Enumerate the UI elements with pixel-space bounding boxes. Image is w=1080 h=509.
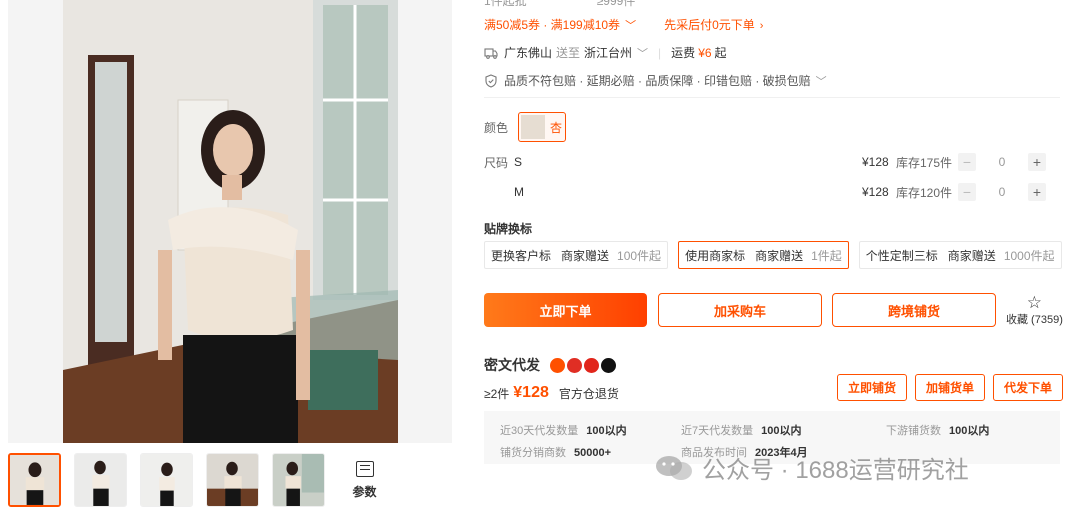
label-swap-options: 更换客户标 商家赠送 100件起 使用商家标 商家赠送 1件起 个性定制三标 商… xyxy=(484,241,1062,269)
buy-now-button[interactable]: 立即下单 xyxy=(484,293,647,327)
size-row-m: M ¥128 库存120件 − 0 + xyxy=(484,182,1060,202)
range-text: ≥999件 xyxy=(596,0,636,8)
quantity-stepper: − 0 + xyxy=(958,183,1046,201)
star-icon: ☆ xyxy=(1026,292,1043,312)
cross-border-button[interactable]: 跨境铺货 xyxy=(832,293,996,327)
promo-row: 满50减5券 · 满199减10券 ﹀ 先采后付0元下单 › xyxy=(484,16,763,33)
shield-icon xyxy=(484,73,498,88)
douyin-icon xyxy=(601,357,616,373)
shipping-row: 广东佛山 送至 浙江台州 ﹀ | 运费 ¥6 起 xyxy=(484,44,727,61)
params-icon xyxy=(355,460,374,477)
size-label: 尺码 xyxy=(484,155,509,170)
minus-icon[interactable]: − xyxy=(958,183,976,201)
pay-later-link[interactable]: 先采后付0元下单 › xyxy=(664,16,763,33)
miwen-count: ≥2件 xyxy=(484,386,510,401)
quantity-stepper: − 0 + xyxy=(958,153,1046,171)
color-name: 杏 xyxy=(550,120,563,135)
favorite-count: 收藏 (7359) xyxy=(1006,313,1063,326)
label-option-merchant[interactable]: 使用商家标 商家赠送 1件起 xyxy=(678,241,849,269)
color-thumbnail xyxy=(521,115,546,139)
offer-strip: 1件起批 ≥999件 xyxy=(484,0,635,9)
ship-to-word: 送至 xyxy=(556,46,581,60)
thumbnail-5[interactable] xyxy=(272,453,325,507)
size-value: S xyxy=(514,155,523,169)
miwen-header: 密文代发 xyxy=(484,355,616,375)
favorite-button[interactable]: ☆ 收藏 (7359) xyxy=(1006,294,1063,327)
thumbnail-strip: 参数 xyxy=(8,453,391,507)
distribute-now-button[interactable]: 立即铺货 xyxy=(837,374,908,401)
stat-30day: 近30天代发数量 100以内 xyxy=(500,425,627,437)
dropship-order-button[interactable]: 代发下单 xyxy=(993,374,1064,401)
main-product-photo[interactable] xyxy=(8,0,452,443)
label-swap-title: 贴牌换标 xyxy=(484,222,533,236)
minus-icon[interactable]: − xyxy=(958,153,976,171)
divider: | xyxy=(658,45,662,60)
action-bar: 立即下单 加采购车 跨境铺货 ☆ 收藏 (7359) xyxy=(484,293,1063,327)
stats-panel: 近30天代发数量 100以内 近7天代发数量 100以内 下游铺货数 100以内 铺货… xyxy=(484,411,1060,464)
color-label: 颜色 xyxy=(484,120,509,135)
thumbnail-2[interactable] xyxy=(74,453,127,507)
stat-downstream: 下游铺货数 100以内 xyxy=(886,425,990,437)
ship-from: 广东佛山 xyxy=(504,46,553,60)
chevron-down-icon: ﹀ xyxy=(625,20,637,32)
color-option[interactable]: 杏 xyxy=(518,112,567,142)
size-value: M xyxy=(514,185,524,199)
ship-to[interactable]: 浙江台州 ﹀ xyxy=(584,44,648,61)
stat-publish-date: 商品发布时间 2023年4月 xyxy=(681,447,808,459)
size-price: ¥128 xyxy=(862,185,889,199)
chevron-down-icon: ﹀ xyxy=(815,75,827,88)
miwen-price: ¥128 xyxy=(513,384,549,401)
miwen-warehouse: 官方仓退货 xyxy=(558,386,619,401)
platform-icons xyxy=(550,357,616,373)
add-to-cart-button[interactable]: 加采购车 xyxy=(658,293,822,327)
guarantee-text: 品质不符包赔 · 延期必赔 · 品质保障 · 印错包赔 · 破损包赔 xyxy=(504,74,811,88)
thumbnail-1[interactable] xyxy=(8,453,61,507)
fee-value: ¥6 xyxy=(698,45,712,60)
miwen-buttons: 立即铺货 加铺货单 代发下单 xyxy=(837,374,1064,401)
params-button[interactable]: 参数 xyxy=(338,453,391,507)
chevron-right-icon: › xyxy=(759,20,764,32)
truck-icon xyxy=(484,46,498,60)
add-distribution-list-button[interactable]: 加铺货单 xyxy=(915,374,986,401)
fee-suffix: 起 xyxy=(714,46,727,60)
params-label: 参数 xyxy=(352,484,377,499)
quantity-input[interactable]: 0 xyxy=(976,155,1028,169)
miwen-title: 密文代发 xyxy=(484,357,540,373)
coupon-link[interactable]: 满50减5券 · 满199减10券 ﹀ xyxy=(484,16,636,33)
guarantee-row[interactable]: 品质不符包赔 · 延期必赔 · 品质保障 · 印错包赔 · 破损包赔 ﹀ xyxy=(484,72,827,89)
moq-text: 1件起批 xyxy=(484,0,527,8)
taobao-icon xyxy=(550,357,565,373)
thumbnail-3[interactable] xyxy=(140,453,193,507)
size-price: ¥128 xyxy=(862,155,889,169)
color-row: 颜色 杏 xyxy=(484,112,567,142)
stat-7day: 近7天代发数量 100以内 xyxy=(681,425,802,437)
pinduoduo-icon xyxy=(567,357,582,373)
size-stock: 库存175件 xyxy=(896,155,953,170)
plus-icon[interactable]: + xyxy=(1028,153,1046,171)
chevron-down-icon: ﹀ xyxy=(637,48,649,60)
thumbnail-4[interactable] xyxy=(206,453,259,507)
stat-distributors: 铺货分销商数 50000+ xyxy=(500,447,612,459)
fee-label: 运费 xyxy=(671,46,696,60)
miwen-offer: ≥2件 ¥128 官方仓退货 xyxy=(484,384,619,402)
label-option-customer[interactable]: 更换客户标 商家赠送 100件起 xyxy=(484,241,669,269)
label-option-custom[interactable]: 个性定制三标 商家赠送 1000件起 xyxy=(858,241,1062,269)
size-row-s: 尺码 S ¥128 库存175件 − 0 + xyxy=(484,152,1060,172)
quantity-input[interactable]: 0 xyxy=(976,185,1028,199)
plus-icon[interactable]: + xyxy=(1028,183,1046,201)
divider xyxy=(484,97,1060,98)
jd-icon xyxy=(584,357,599,373)
size-stock: 库存120件 xyxy=(896,185,953,200)
